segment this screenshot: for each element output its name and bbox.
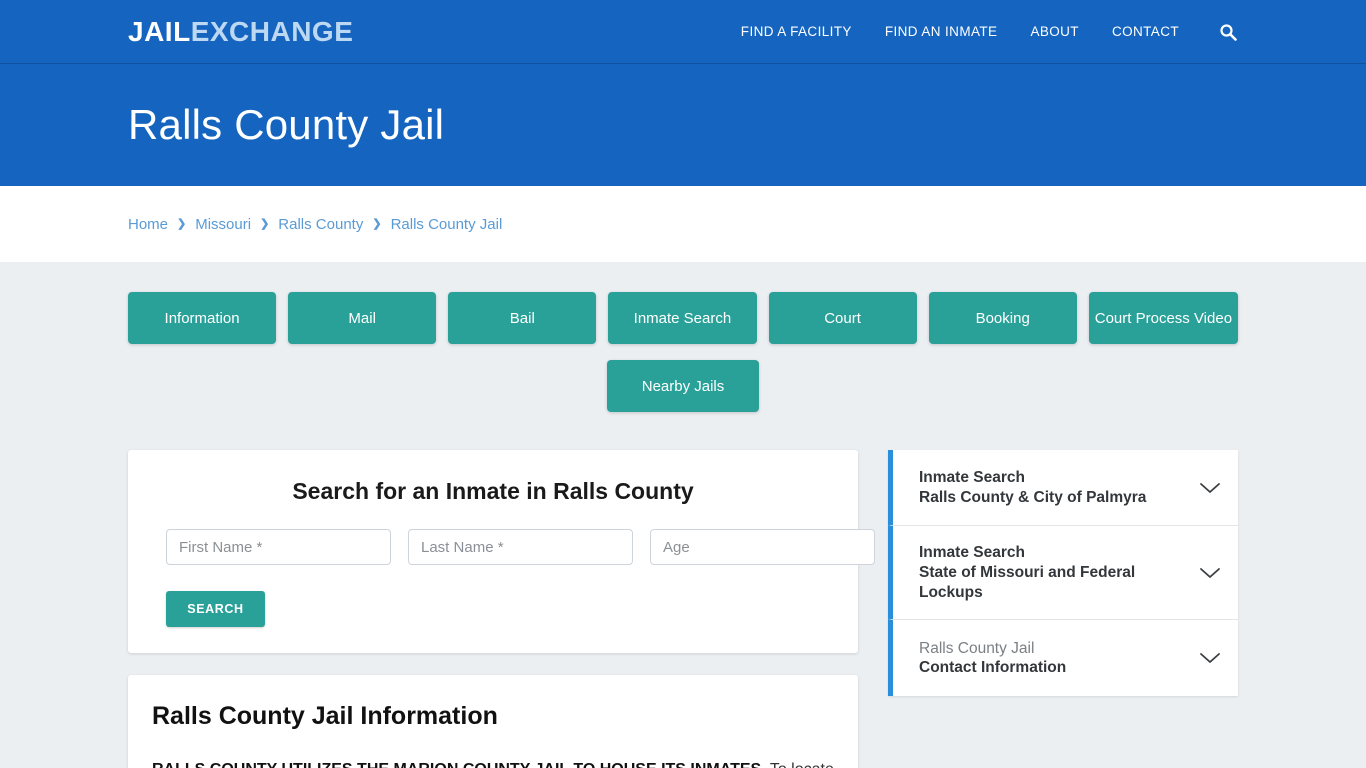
page-title: Ralls County Jail <box>128 101 445 148</box>
sidebar-item-inmate-search-state-federal[interactable]: Inmate Search State of Missouri and Fede… <box>888 526 1238 621</box>
section-button-court-process-video[interactable]: Court Process Video <box>1088 292 1239 344</box>
section-button-inmate-search[interactable]: Inmate Search <box>608 292 757 344</box>
nav-item-contact[interactable]: CONTACT <box>1112 24 1179 39</box>
site-header: JAILEXCHANGE FIND A FACILITY FIND AN INM… <box>0 0 1366 64</box>
section-button-bail[interactable]: Bail <box>448 292 597 344</box>
content-columns: Search for an Inmate in Ralls County Rac… <box>128 450 1238 768</box>
breadcrumb-item-missouri[interactable]: Missouri <box>195 216 251 233</box>
jail-information-text: RALLS COUNTY UTILIZES THE MARION COUNTY … <box>152 757 834 768</box>
accordion-line-2: Contact Information <box>919 659 1067 677</box>
jail-information-heading: Ralls County Jail Information <box>152 702 498 730</box>
chevron-right-icon: ❯ <box>372 217 382 230</box>
accordion-line-1: Inmate Search <box>919 544 1025 561</box>
first-name-input[interactable] <box>166 529 391 565</box>
main-navigation: FIND A FACILITY FIND AN INMATE ABOUT CON… <box>741 22 1238 42</box>
jail-information-lead: RALLS COUNTY UTILIZES THE MARION COUNTY … <box>152 761 766 768</box>
nav-item-about[interactable]: ABOUT <box>1030 24 1079 39</box>
section-button-nearby-jails[interactable]: Nearby Jails <box>607 360 759 412</box>
sidebar: Inmate Search Ralls County & City of Pal… <box>888 450 1238 697</box>
accordion-line-1: Inmate Search <box>919 468 1025 486</box>
chevron-down-icon[interactable] <box>1198 566 1222 580</box>
search-submit-button[interactable]: SEARCH <box>166 591 265 627</box>
section-button-row-1: Information Mail Bail Inmate Search Cour… <box>128 292 1239 344</box>
breadcrumb-band: Home ❯ Missouri ❯ Ralls County ❯ Ralls C… <box>0 186 1366 262</box>
inmate-search-card: Search for an Inmate in Ralls County Rac… <box>128 450 1053 653</box>
jail-information-card: Ralls County Jail Information RALLS COUN… <box>128 675 858 768</box>
sidebar-item-inmate-search-county[interactable]: Inmate Search Ralls County & City of Pal… <box>888 450 1238 526</box>
age-input[interactable] <box>650 529 875 565</box>
hero-banner: Ralls County Jail <box>0 64 1366 186</box>
inmate-search-title: Search for an Inmate in Ralls County <box>292 478 694 504</box>
logo-text-secondary: EXCHANGE <box>190 15 354 47</box>
nav-item-find-a-facility[interactable]: FIND A FACILITY <box>741 24 852 39</box>
breadcrumb: Home ❯ Missouri ❯ Ralls County ❯ Ralls C… <box>128 216 502 233</box>
section-button-mail[interactable]: Mail <box>288 292 437 344</box>
accordion-line-2: Ralls County & City of Palmyra <box>919 488 1147 506</box>
section-button-row-2: Nearby Jails <box>128 360 1238 412</box>
page-body: Information Mail Bail Inmate Search Cour… <box>0 262 1366 768</box>
nav-item-find-an-inmate[interactable]: FIND AN INMATE <box>885 24 998 39</box>
sidebar-item-contact-information[interactable]: Ralls County Jail Contact Information <box>888 620 1238 697</box>
chevron-right-icon: ❯ <box>177 217 187 230</box>
accordion-line-1: Ralls County Jail <box>919 639 1035 657</box>
section-button-booking[interactable]: Booking <box>928 292 1077 344</box>
main-column: Search for an Inmate in Ralls County Rac… <box>128 450 1053 768</box>
search-icon[interactable] <box>1218 22 1238 42</box>
logo-text-primary: JAIL <box>128 15 191 47</box>
site-logo[interactable]: JAILEXCHANGE <box>128 15 354 47</box>
breadcrumb-item-home[interactable]: Home <box>128 216 168 233</box>
section-button-information[interactable]: Information <box>128 292 277 344</box>
section-button-court[interactable]: Court <box>768 292 917 344</box>
breadcrumb-item-ralls-county[interactable]: Ralls County <box>278 216 363 233</box>
accordion-label: Inmate Search State of Missouri and Fede… <box>919 543 1198 602</box>
last-name-input[interactable] <box>408 529 633 565</box>
chevron-down-icon[interactable] <box>1198 481 1222 495</box>
accordion-label: Inmate Search Ralls County & City of Pal… <box>919 468 1198 508</box>
accordion-label: Ralls County Jail Contact Information <box>919 639 1198 679</box>
inmate-search-fields: Race <box>148 529 1053 565</box>
chevron-down-icon[interactable] <box>1198 651 1222 665</box>
chevron-right-icon: ❯ <box>260 217 270 230</box>
breadcrumb-item-ralls-county-jail[interactable]: Ralls County Jail <box>391 216 503 233</box>
accordion-line-2: State of Missouri and Federal Lockups <box>919 563 1136 601</box>
